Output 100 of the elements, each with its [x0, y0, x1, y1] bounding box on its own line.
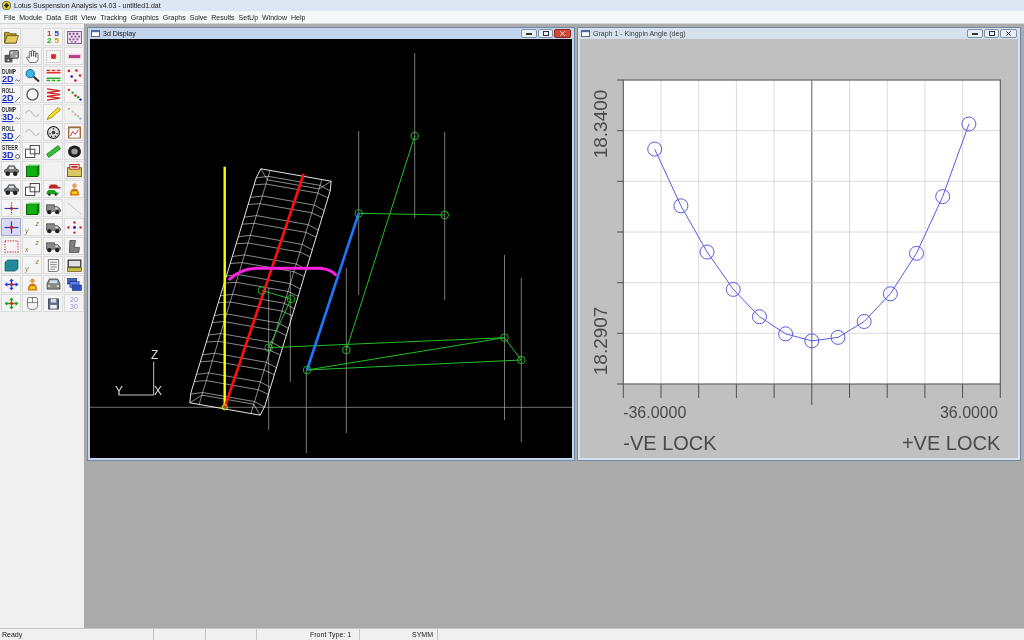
toolbar-button[interactable]: [1, 275, 21, 293]
axis-label: Z: [151, 348, 159, 362]
pencil-icon: [45, 106, 61, 120]
toolbar-button[interactable]: [43, 237, 63, 255]
floppy-icon: [45, 296, 61, 310]
joint-marker-icon: [410, 131, 419, 141]
slash-icon: [14, 96, 20, 102]
pattern-icon: [66, 30, 82, 44]
color-bars-icon: [45, 68, 61, 82]
tire-icon: [66, 144, 82, 158]
axis-tick-label: 36.0000: [939, 404, 998, 421]
joint-marker-icon: [342, 345, 351, 355]
close-button[interactable]: [1000, 29, 1017, 38]
joint-marker-icon: [286, 294, 296, 304]
car-icon: [3, 182, 19, 196]
toolbar-button[interactable]: [22, 180, 42, 198]
toolbar-button[interactable]: [22, 161, 42, 179]
windows-icon: [66, 277, 82, 291]
toolbar-button[interactable]: [1, 180, 21, 198]
cars-icon: [45, 182, 61, 196]
ring-icon: [24, 87, 40, 101]
data-point: [909, 245, 924, 261]
wheel-icon: [45, 125, 61, 139]
dots-icon: [66, 220, 82, 234]
joint-marker-icon: [517, 355, 526, 365]
axis-caption: -VE LOCK: [623, 432, 717, 454]
minimize-icon: [972, 32, 978, 35]
crosshair-icon: [3, 220, 19, 234]
toolbar-button[interactable]: [43, 199, 63, 217]
data-point: [882, 286, 898, 302]
box-icon: [66, 163, 82, 177]
mouse-icon: [24, 296, 40, 310]
spring-icon: [45, 87, 61, 101]
close-icon: [560, 31, 565, 36]
toolbar-button[interactable]: [64, 275, 84, 293]
restore-icon: [988, 31, 995, 36]
data-point: [778, 326, 794, 342]
data-point: [830, 329, 846, 345]
joint-marker-icon: [257, 286, 267, 295]
minimize-button[interactable]: [967, 29, 983, 38]
toolbar-button[interactable]: [22, 66, 42, 84]
dotted-square-icon: [3, 239, 19, 253]
document-icon: [45, 258, 61, 272]
maximize-button[interactable]: [538, 29, 553, 38]
window-icon: [91, 30, 100, 37]
data-point: [699, 244, 715, 260]
car-icon: [45, 277, 61, 291]
bar-icon: [45, 144, 61, 158]
toolbar-button[interactable]: [64, 256, 84, 274]
wave-icon: [14, 115, 20, 121]
toolbar-button[interactable]: [22, 85, 42, 103]
cube-icon: [24, 182, 40, 196]
axis-label: X: [154, 384, 162, 398]
seat-icon: [66, 239, 82, 253]
app-logo-icon: [2, 1, 11, 10]
toolbar-button[interactable]: [1, 199, 21, 217]
truck-icon: [45, 220, 61, 234]
axis-caption: +VE LOCK: [901, 432, 1001, 454]
dice-icon: [3, 49, 19, 63]
toolbar-button[interactable]: [22, 47, 42, 65]
toolbar-button[interactable]: [22, 142, 42, 160]
close-button[interactable]: [554, 29, 571, 38]
toolbar-button[interactable]: [22, 199, 42, 217]
move-arrows-icon: [3, 277, 19, 291]
joint-marker-icon: [221, 404, 228, 411]
folder-icon: [3, 30, 19, 44]
scatter-icon: [66, 106, 82, 120]
restore-icon: [542, 31, 549, 36]
maximize-button[interactable]: [984, 29, 999, 38]
window-icon: [581, 30, 590, 37]
data-point: [935, 189, 951, 205]
toolbar-button[interactable]: [64, 142, 84, 160]
wave-icon: [14, 77, 20, 83]
cube-icon: [24, 201, 40, 215]
axis-label: Y: [115, 384, 123, 398]
data-point: [673, 198, 689, 214]
toolbar-button[interactable]: [43, 218, 63, 236]
axis-tick-label: 18.2907: [590, 306, 611, 376]
monitor-icon: [66, 258, 82, 272]
cube-icon: [24, 163, 40, 177]
joint-marker-icon: [440, 210, 449, 220]
toolbar-button[interactable]: [1, 161, 21, 179]
toolbar-button[interactable]: [43, 294, 63, 312]
minimize-button[interactable]: [521, 29, 537, 38]
toolbar-button[interactable]: [1, 47, 21, 65]
data-point: [961, 116, 977, 132]
line-icon: [66, 201, 82, 215]
joint-marker-icon: [500, 333, 509, 342]
toolbar-button[interactable]: 1 5 2 5: [43, 28, 63, 46]
data-point: [647, 141, 663, 157]
data-point: [856, 314, 872, 330]
scatter-icon: [66, 87, 82, 101]
data-point: [804, 333, 820, 349]
axis-tick-label: 18.3400: [590, 89, 611, 159]
close-icon: [1006, 31, 1011, 36]
data-point: [751, 309, 767, 325]
car-icon: [3, 163, 19, 177]
toolbar-button[interactable]: [43, 123, 63, 141]
cube-icon: [24, 144, 40, 158]
hand-icon: [24, 49, 40, 63]
